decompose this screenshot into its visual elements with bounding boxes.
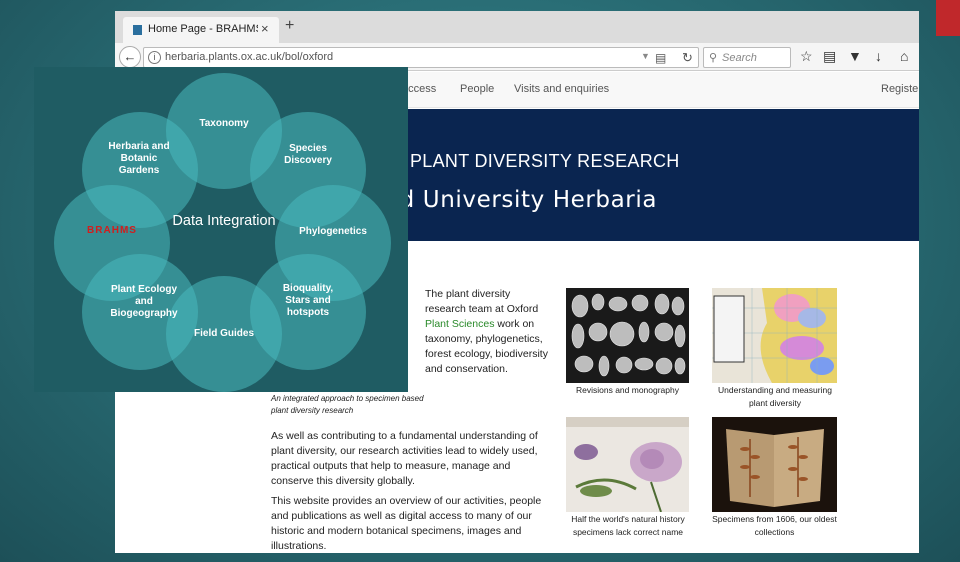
tab-title: Home Page - BRAHMS O...: [148, 23, 258, 35]
thumbnail-caption-diversity: Understanding and measuring plant divers…: [718, 385, 832, 408]
reading-list-icon[interactable]: ▤: [823, 47, 836, 65]
center-label-data-integration: Data Integration: [172, 213, 276, 229]
diversity-map-icon: [712, 288, 837, 383]
download-icon[interactable]: ↓: [875, 47, 882, 65]
thumbnail-caption-revisions: Revisions and monography: [575, 385, 679, 395]
thumbnail-revisions[interactable]: [566, 288, 689, 383]
search-placeholder: Search: [722, 52, 757, 64]
label-herbaria: Herbaria and Botanic Gardens: [108, 141, 170, 176]
paragraph-outputs: As well as contributing to a fundamental…: [271, 430, 538, 487]
diatom-illustration-icon: [571, 293, 686, 377]
home-icon[interactable]: ⌂: [900, 47, 908, 65]
plant-sciences-link[interactable]: Plant Sciences: [425, 318, 494, 330]
url-text[interactable]: herbaria.plants.ox.ac.uk/bol/oxford: [165, 51, 333, 63]
label-plant-ecology: Plant Ecology and Biogeography: [110, 284, 178, 319]
banner-title: rd University Herbaria: [390, 187, 658, 213]
favicon-icon: [133, 25, 142, 35]
reload-icon[interactable]: ↻: [682, 50, 693, 66]
info-icon[interactable]: i: [148, 51, 161, 64]
thumbnail-caption-oldest: Specimens from 1606, our oldest collecti…: [712, 514, 837, 537]
back-arrow-icon[interactable]: ←: [119, 46, 141, 68]
paragraph-overview: This website provides an overview of our…: [271, 495, 542, 552]
nav-visits-enquiries[interactable]: Visits and enquiries: [514, 83, 609, 95]
thumbnail-caption-specimens: Half the world's natural history specime…: [571, 514, 685, 537]
thumbnail-specimens[interactable]: [566, 417, 689, 512]
diagram-caption: An integrated approach to specimen based…: [271, 394, 424, 415]
slide-accent-bar: [936, 0, 960, 36]
label-bioquality: Bioquality, Stars and hotspots: [282, 283, 334, 318]
pressed-specimen-icon: [566, 427, 689, 512]
reader-view-icon[interactable]: ▤: [655, 51, 666, 65]
label-brahms: BRAHMS: [87, 225, 137, 236]
intro-text: The plant diversity research team at Oxf…: [425, 287, 550, 377]
new-tab-button[interactable]: +: [285, 18, 294, 34]
banner-subtitle: PLANT DIVERSITY RESEARCH: [410, 151, 680, 171]
thumbnail-diversity-map[interactable]: [712, 288, 837, 383]
tab-strip: Home Page - BRAHMS O... × +: [115, 11, 919, 43]
bookmark-star-icon[interactable]: ☆: [800, 47, 813, 65]
intro-before: The plant diversity research team at Oxf…: [425, 288, 539, 315]
nav-register[interactable]: Register: [881, 83, 919, 95]
old-herbarium-book-icon: [726, 429, 824, 507]
url-bar[interactable]: i herbaria.plants.ox.ac.uk/bol/oxford ▼ …: [143, 47, 699, 68]
data-integration-diagram: Taxonomy Species Discovery Phylogenetics…: [34, 67, 408, 392]
label-taxonomy: Taxonomy: [199, 118, 249, 129]
url-dropdown-icon[interactable]: ▼: [641, 51, 650, 61]
pocket-icon[interactable]: ▼: [848, 47, 862, 65]
label-phylogenetics: Phylogenetics: [299, 226, 367, 237]
label-species-discovery: Species Discovery: [284, 143, 332, 166]
browser-tab[interactable]: Home Page - BRAHMS O... ×: [123, 17, 279, 43]
search-icon: ⚲: [709, 52, 718, 64]
close-tab-icon[interactable]: ×: [261, 21, 269, 36]
thumbnail-oldest-collections[interactable]: [712, 417, 837, 512]
search-input[interactable]: ⚲ Search: [703, 47, 791, 68]
nav-people[interactable]: People: [460, 83, 494, 95]
label-field-guides: Field Guides: [193, 328, 255, 339]
